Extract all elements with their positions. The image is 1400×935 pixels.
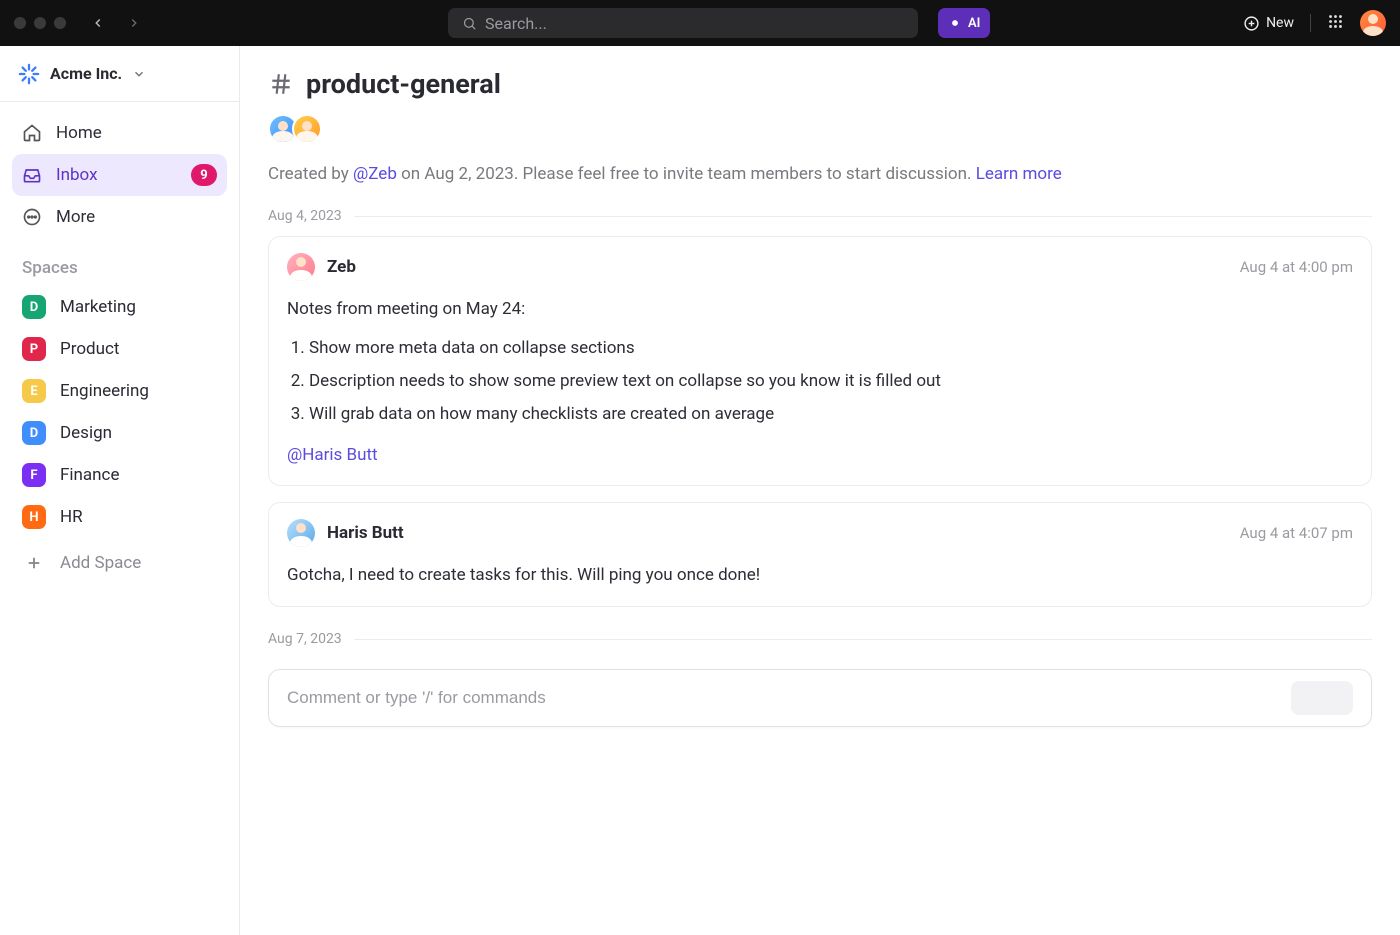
home-icon [22, 123, 42, 143]
send-button[interactable] [1291, 681, 1353, 715]
workspace-name: Acme Inc. [50, 64, 122, 83]
creator-mention[interactable]: @Zeb [353, 164, 397, 184]
spaces-section-title: Spaces [0, 244, 239, 286]
space-chip: D [22, 295, 46, 319]
divider [1310, 14, 1311, 32]
space-label: HR [60, 507, 83, 527]
hash-icon [268, 71, 294, 97]
space-label: Engineering [60, 381, 149, 401]
list-item: Will grab data on how many checklists ar… [309, 398, 1353, 431]
author-name: Zeb [327, 257, 356, 277]
message-time: Aug 4 at 4:07 pm [1240, 524, 1353, 542]
user-mention[interactable]: @Haris Butt [287, 441, 378, 470]
nav-more[interactable]: More [12, 196, 227, 238]
list-item: Show more meta data on collapse sections [309, 332, 1353, 365]
space-label: Product [60, 339, 119, 359]
date-separator: Aug 4, 2023 [268, 208, 1372, 224]
chevron-down-icon [132, 67, 146, 81]
min-dot[interactable] [34, 17, 46, 29]
desc-text: on Aug 2, 2023. Please feel free to invi… [397, 164, 976, 184]
search-placeholder-text: Search... [485, 14, 547, 33]
max-dot[interactable] [54, 17, 66, 29]
author-name: Haris Butt [327, 523, 404, 543]
channel-members[interactable] [268, 114, 1372, 144]
close-dot[interactable] [14, 17, 26, 29]
space-label: Design [60, 423, 112, 443]
message-text: Gotcha, I need to create tasks for this.… [287, 561, 1353, 590]
learn-more-link[interactable]: Learn more [976, 164, 1062, 184]
message-card[interactable]: Zeb Aug 4 at 4:00 pm Notes from meeting … [268, 236, 1372, 486]
plus-icon [22, 551, 46, 575]
workspace-switcher[interactable]: Acme Inc. [0, 46, 239, 102]
ai-spark-icon [948, 16, 962, 30]
nav-inbox[interactable]: Inbox 9 [12, 154, 227, 196]
ai-button[interactable]: AI [938, 8, 990, 38]
space-label: Marketing [60, 297, 136, 317]
space-chip: P [22, 337, 46, 361]
space-label: Finance [60, 465, 119, 485]
comment-composer[interactable] [268, 669, 1372, 727]
nav-home-label: Home [56, 123, 102, 143]
topbar: Search... AI New [0, 0, 1400, 46]
space-item-engineering[interactable]: E Engineering [12, 370, 227, 412]
desc-text: Created by [268, 164, 353, 184]
add-space-label: Add Space [60, 553, 141, 573]
new-label: New [1266, 15, 1294, 31]
space-item-hr[interactable]: H HR [12, 496, 227, 538]
message-time: Aug 4 at 4:00 pm [1240, 258, 1353, 276]
space-chip: E [22, 379, 46, 403]
more-icon [22, 207, 42, 227]
date-label: Aug 7, 2023 [268, 631, 342, 647]
nav-home[interactable]: Home [12, 112, 227, 154]
author-avatar [287, 253, 315, 281]
back-button[interactable] [86, 11, 110, 35]
inbox-badge: 9 [191, 164, 217, 186]
inbox-icon [22, 165, 42, 185]
search-input[interactable]: Search... [448, 8, 918, 38]
space-item-product[interactable]: P Product [12, 328, 227, 370]
date-separator: Aug 7, 2023 [268, 631, 1372, 647]
message-intro: Notes from meeting on May 24: [287, 295, 1353, 324]
nav-more-label: More [56, 207, 95, 227]
forward-button[interactable] [122, 11, 146, 35]
ai-label: AI [968, 16, 980, 31]
search-icon [462, 16, 477, 31]
window-controls [14, 17, 66, 29]
comment-input[interactable] [287, 688, 1291, 708]
plus-circle-icon [1243, 15, 1260, 32]
list-item: Description needs to show some preview t… [309, 365, 1353, 398]
space-item-design[interactable]: D Design [12, 412, 227, 454]
main-content: product-general Created by @Zeb on Aug 2… [240, 46, 1400, 935]
space-chip: F [22, 463, 46, 487]
member-avatar [292, 114, 322, 144]
space-item-finance[interactable]: F Finance [12, 454, 227, 496]
nav-inbox-label: Inbox [56, 165, 98, 185]
message-card[interactable]: Haris Butt Aug 4 at 4:07 pm Gotcha, I ne… [268, 502, 1372, 607]
date-label: Aug 4, 2023 [268, 208, 342, 224]
apps-grid-icon[interactable] [1327, 13, 1344, 34]
channel-title: product-general [306, 68, 501, 100]
sidebar: Acme Inc. Home Inbox 9 More Spaces D Mark… [0, 46, 240, 935]
workspace-logo-icon [18, 63, 40, 85]
channel-description: Created by @Zeb on Aug 2, 2023. Please f… [268, 164, 1372, 184]
new-button[interactable]: New [1243, 15, 1294, 32]
space-chip: D [22, 421, 46, 445]
space-chip: H [22, 505, 46, 529]
space-item-marketing[interactable]: D Marketing [12, 286, 227, 328]
author-avatar [287, 519, 315, 547]
add-space-button[interactable]: Add Space [12, 542, 227, 584]
user-avatar[interactable] [1360, 10, 1386, 36]
